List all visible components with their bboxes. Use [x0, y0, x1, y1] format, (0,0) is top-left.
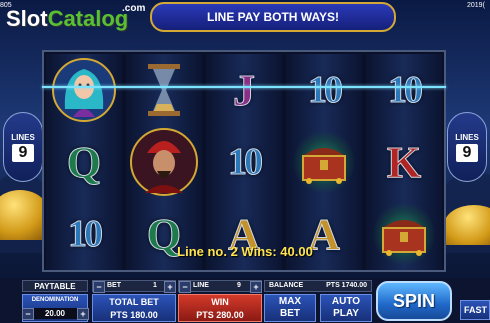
- bet-plus-button[interactable]: +: [164, 281, 176, 293]
- line-plus-button[interactable]: +: [250, 281, 262, 293]
- ten-symbol: 10: [68, 213, 104, 256]
- total-bet-label: TOTAL BET: [109, 297, 159, 307]
- paytable-button[interactable]: PAYTABLE: [22, 280, 88, 292]
- balance-value: PTS 1740.00: [326, 282, 367, 289]
- denomination-minus-button[interactable]: −: [22, 308, 34, 320]
- line-value: 9: [237, 282, 241, 289]
- auto-play-label-1: AUTO: [331, 296, 361, 307]
- balance-label: BALANCE: [269, 282, 304, 289]
- reel-window: Q 10 Q J 10 A 10 A 10 K: [42, 50, 446, 272]
- denomination-label: DENOMINATION: [31, 297, 79, 303]
- total-bet-box: TOTAL BET PTS 180.00: [92, 294, 176, 322]
- woman-portrait-icon: [52, 58, 116, 122]
- a-symbol: A: [228, 209, 261, 259]
- woman-portrait-symbol: [46, 54, 122, 126]
- max-bet-button[interactable]: MAX BET: [264, 294, 316, 322]
- message-banner: LINE PAY BOTH WAYS!: [150, 2, 396, 32]
- corner-info-right: 2019(: [467, 2, 485, 9]
- line-label: LINE: [193, 282, 209, 289]
- denomination-box: DENOMINATION 20.00 − +: [22, 294, 89, 322]
- win-value: PTS 280.00: [196, 310, 244, 320]
- auto-play-button[interactable]: AUTO PLAY: [320, 294, 372, 322]
- spin-button[interactable]: SPIN: [376, 281, 452, 321]
- sultan-portrait-icon: [130, 128, 198, 196]
- bet-minus-button[interactable]: −: [93, 281, 105, 293]
- denomination-plus-button[interactable]: +: [77, 308, 89, 320]
- hourglass-icon: [148, 64, 180, 116]
- ten-symbol: 10: [228, 141, 264, 184]
- ten-symbol: 10: [308, 69, 344, 112]
- lines-indicator-left: LINES 9: [3, 112, 43, 182]
- hourglass-symbol: [126, 54, 202, 126]
- auto-play-label-2: PLAY: [333, 308, 359, 319]
- bet-value: 1: [153, 282, 157, 289]
- fast-button[interactable]: FAST: [460, 300, 490, 320]
- win-label: WIN: [211, 297, 229, 307]
- k-symbol: K: [386, 137, 422, 187]
- win-box: WIN PTS 280.00: [178, 294, 262, 322]
- balance-box: BALANCE PTS 1740.00: [264, 280, 372, 292]
- q-symbol: Q: [146, 209, 182, 259]
- slotcatalog-logo: SlotCatalog .com: [6, 3, 146, 31]
- bet-label: BET: [107, 282, 121, 289]
- j-symbol: J: [233, 65, 256, 115]
- max-bet-label-2: BET: [280, 308, 300, 319]
- total-bet-value: PTS 180.00: [110, 310, 158, 320]
- treasure-chest-symbol: [286, 126, 362, 198]
- sultan-portrait-symbol: [126, 126, 202, 198]
- line-minus-button[interactable]: −: [179, 281, 191, 293]
- lines-indicator-right: LINES 9: [447, 112, 487, 182]
- treasure-chest-symbol: [366, 198, 442, 270]
- winning-payline: [42, 86, 446, 88]
- treasure-chest-icon: [302, 148, 346, 184]
- corner-info-left: 805: [0, 2, 12, 9]
- a-symbol: A: [308, 209, 341, 259]
- ten-symbol: 10: [388, 69, 424, 112]
- max-bet-label-1: MAX: [278, 296, 302, 307]
- win-message: Line no. 2 Wins: 40.00: [177, 244, 313, 259]
- denomination-value: 20.00: [33, 308, 77, 319]
- q-symbol: Q: [66, 137, 102, 187]
- bet-control: − BET 1 +: [92, 280, 176, 293]
- line-control: − LINE 9 +: [178, 280, 262, 293]
- gold-coins-right: [444, 205, 490, 245]
